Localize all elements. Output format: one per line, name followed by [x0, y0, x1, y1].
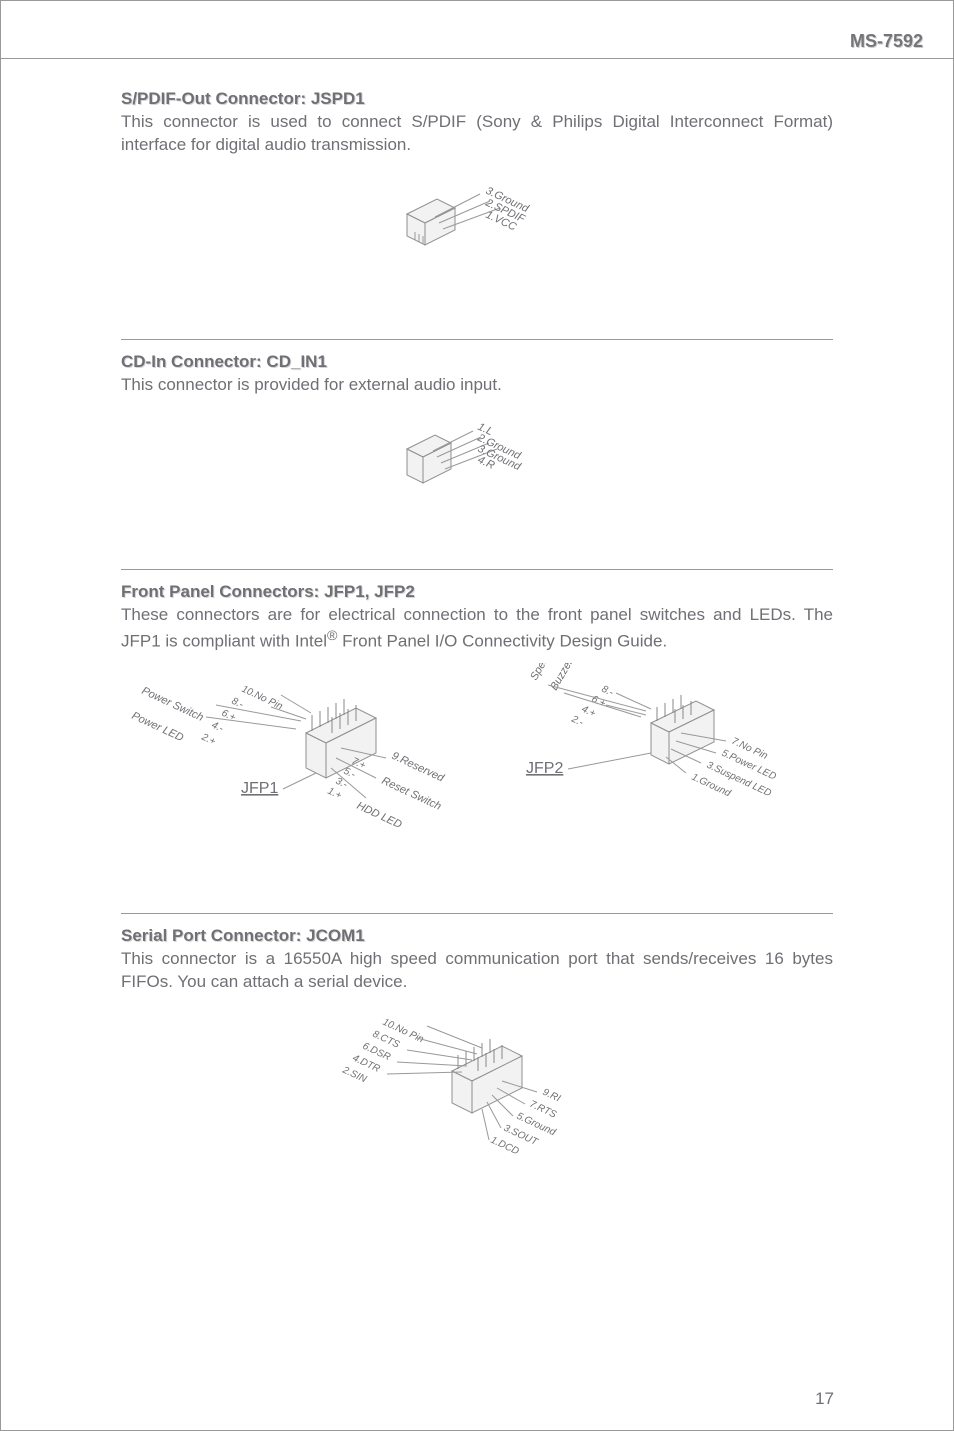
divider: [121, 913, 833, 914]
spdif-section: S/PDIF-Out Connector: JSPD1 This connect…: [121, 89, 833, 279]
spdif-body: This connector is used to connect S/PDIF…: [121, 111, 833, 157]
ser-p9: 9.RI: [541, 1087, 562, 1105]
content-area: S/PDIF-Out Connector: JSPD1 This connect…: [1, 59, 953, 1176]
page-number: 17: [815, 1389, 834, 1409]
serial-title: Serial Port Connector: JCOM1: [121, 926, 833, 946]
spdif-svg: 3.Ground 2.SPDIF 1.VCC: [367, 169, 587, 279]
cdin-title: CD-In Connector: CD_IN1: [121, 352, 833, 372]
spdif-title: S/PDIF-Out Connector: JSPD1: [121, 89, 833, 109]
serial-body: This connector is a 16550A high speed co…: [121, 948, 833, 994]
page: MS-7592 S/PDIF-Out Connector: JSPD1 This…: [0, 0, 954, 1431]
divider: [121, 339, 833, 340]
spdif-diagram: 3.Ground 2.SPDIF 1.VCC: [121, 169, 833, 279]
jfp2-p2: 2.-: [569, 714, 586, 730]
jfp1-hdd: HDD LED: [355, 800, 404, 831]
jfp2-buzzer: Buzzer: [548, 663, 576, 693]
jfp1-p2: 2.+: [199, 732, 218, 748]
jfp1-p6: 6.+: [220, 708, 238, 724]
jfp2-label: JFP2: [526, 760, 563, 777]
fp-title: Front Panel Connectors: JFP1, JFP2: [121, 582, 833, 602]
cdin-diagram: 1.L 2.Ground 3.Ground 4.R: [121, 409, 833, 509]
cdin-section: CD-In Connector: CD_IN1 This connector i…: [121, 352, 833, 509]
header: MS-7592: [1, 31, 953, 59]
model-number: MS-7592: [850, 31, 923, 51]
fp-body: These connectors are for electrical conn…: [121, 604, 833, 654]
frontpanel-section: Front Panel Connectors: JFP1, JFP2 These…: [121, 582, 833, 854]
cdin-svg: 1.L 2.Ground 3.Ground 4.R: [367, 409, 587, 509]
fp-diagrams: Power Switch Power LED 10.No Pin 8.- 6.+…: [121, 663, 833, 853]
jfp1-reserved: 9.Reserved: [390, 750, 447, 785]
jfp1-label: JFP1: [241, 780, 278, 797]
jfp1-p10: 10.No Pin: [240, 684, 285, 713]
serial-svg: 10.No Pin 8.CTS 6.DSR 4.DTR 2.SIN 9.RI 7…: [317, 1006, 637, 1176]
jfp1-svg: Power Switch Power LED 10.No Pin 8.- 6.+…: [121, 663, 486, 853]
cdin-body: This connector is provided for external …: [121, 374, 833, 397]
jfp1-pled: Power LED: [130, 710, 186, 744]
serial-section: Serial Port Connector: JCOM1 This connec…: [121, 926, 833, 1176]
divider: [121, 569, 833, 570]
jfp1-p4: 4.-: [210, 720, 226, 735]
serial-diagram: 10.No Pin 8.CTS 6.DSR 4.DTR 2.SIN 9.RI 7…: [121, 1006, 833, 1176]
jfp2-svg: Speaker Buzzer 8.- 6.+ 4.+ 2.- JFP2 7.No…: [506, 663, 833, 853]
